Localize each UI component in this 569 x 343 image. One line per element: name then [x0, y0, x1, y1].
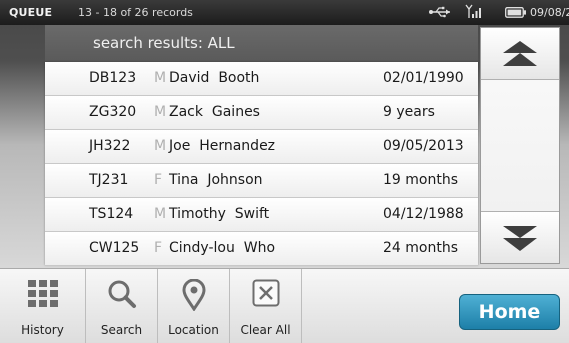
clear-all-label: Clear All	[240, 323, 291, 337]
results-header-label: search results: ALL	[93, 34, 235, 52]
patient-sex: M	[154, 138, 167, 154]
date-display: 09/08/201	[530, 6, 569, 19]
patient-id: TS124	[89, 206, 134, 222]
table-row[interactable]: TJ231 F Tina Johnson 19 months	[45, 164, 478, 198]
scroll-down-icon	[503, 226, 537, 251]
patient-info: 09/05/2013	[383, 138, 464, 154]
scroll-up-button[interactable]	[481, 28, 559, 80]
magnifier-icon	[108, 280, 136, 308]
location-button[interactable]: Location	[158, 269, 230, 343]
patient-info: 02/01/1990	[383, 70, 464, 86]
record-range: 13 - 18 of 26 records	[78, 6, 193, 19]
usb-icon	[428, 6, 452, 21]
patient-sex: M	[154, 206, 167, 222]
patient-name: Cindy-lou Who	[169, 240, 276, 256]
patient-info: 24 months	[383, 240, 458, 256]
patient-id: TJ231	[89, 172, 129, 188]
history-button[interactable]: History	[0, 269, 86, 343]
patient-info: 19 months	[383, 172, 458, 188]
patient-info: 04/12/1988	[383, 206, 464, 222]
patient-name: Joe Hernandez	[169, 138, 276, 154]
patient-id: DB123	[89, 70, 137, 86]
main-area: search results: ALL DB123 M David Booth …	[0, 25, 569, 268]
table-row[interactable]: DB123 M David Booth 02/01/1990	[45, 62, 478, 96]
app-name: QUEUE	[9, 6, 53, 19]
patient-id: ZG320	[89, 104, 137, 120]
home-button[interactable]: Home	[459, 294, 560, 330]
patient-sex: M	[154, 70, 167, 86]
history-label: History	[21, 323, 64, 337]
table-row[interactable]: JH322 M Joe Hernandez 09/05/2013	[45, 130, 478, 164]
grid-icon	[27, 280, 58, 307]
patient-name: Timothy Swift	[169, 206, 270, 222]
signal-icon	[464, 4, 484, 22]
scroll-up-icon	[503, 41, 537, 66]
patient-sex: F	[154, 172, 163, 188]
bottom-toolbar: History Search Location Clear All Home	[0, 268, 569, 343]
table-row[interactable]: CW125 F Cindy-lou Who 24 months	[45, 232, 478, 266]
location-pin-icon	[181, 279, 206, 311]
table-row[interactable]: TS124 M Timothy Swift 04/12/1988	[45, 198, 478, 232]
location-label: Location	[168, 323, 219, 337]
clear-x-icon	[252, 279, 279, 307]
table-row[interactable]: ZG320 M Zack Gaines 9 years	[45, 96, 478, 130]
search-button[interactable]: Search	[86, 269, 158, 343]
scroll-down-button[interactable]	[481, 211, 559, 263]
patient-name: Zack Gaines	[169, 104, 260, 120]
patient-name: Tina Johnson	[169, 172, 263, 188]
results-header: search results: ALL	[45, 25, 478, 62]
battery-icon	[505, 7, 527, 21]
status-bar: QUEUE 13 - 18 of 26 records 09/08/201	[0, 0, 569, 25]
patient-info: 9 years	[383, 104, 435, 120]
result-list: DB123 M David Booth 02/01/1990 ZG320 M Z…	[45, 62, 478, 266]
search-label: Search	[100, 323, 143, 337]
patient-name: David Booth	[169, 70, 260, 86]
patient-sex: M	[154, 104, 167, 120]
patient-id: CW125	[89, 240, 140, 256]
scroll-panel	[480, 27, 560, 264]
clear-all-button[interactable]: Clear All	[230, 269, 302, 343]
patient-sex: F	[154, 240, 163, 256]
patient-id: JH322	[89, 138, 131, 154]
